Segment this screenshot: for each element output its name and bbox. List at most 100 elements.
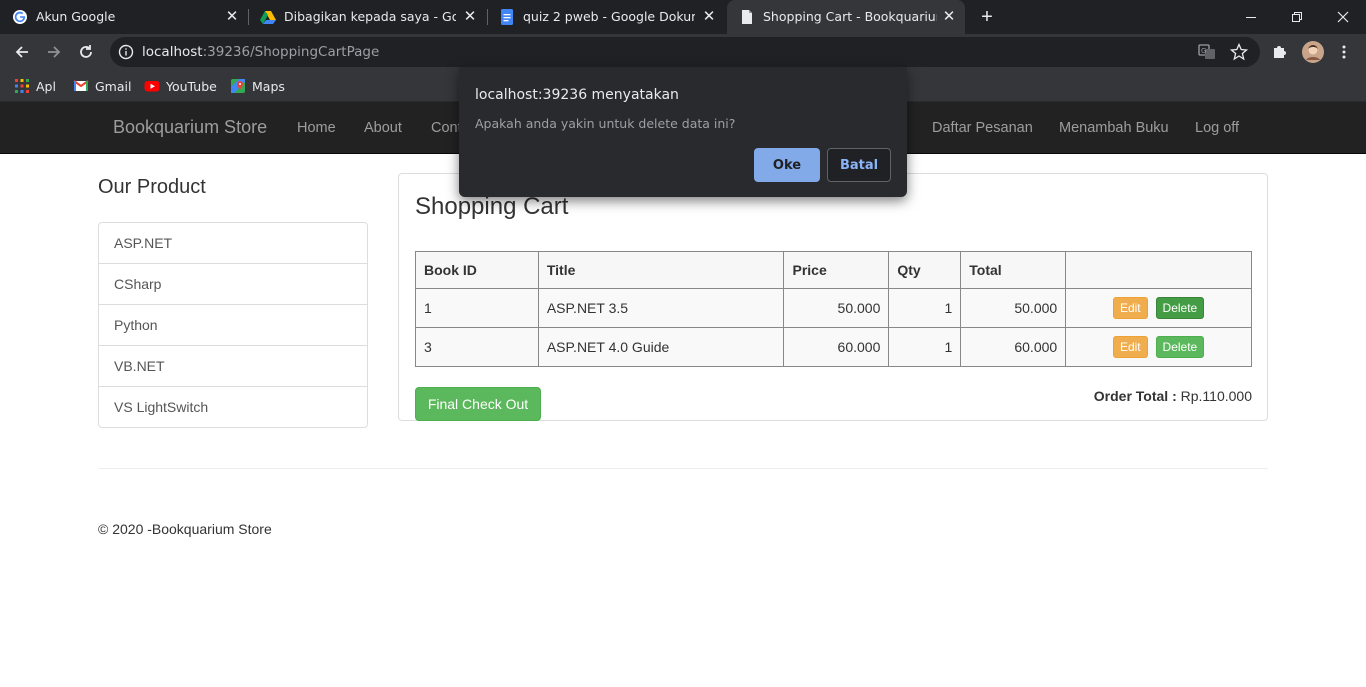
- star-icon[interactable]: [1230, 43, 1248, 61]
- product-category-list: ASP.NET CSharp Python VB.NET VS LightSwi…: [98, 222, 368, 428]
- url-host: localhost: [142, 44, 203, 60]
- translate-icon[interactable]: G: [1198, 43, 1216, 61]
- nav-daftar-pesanan[interactable]: Daftar Pesanan: [932, 120, 1033, 136]
- category-item[interactable]: VB.NET: [99, 346, 367, 387]
- col-total: Total: [960, 251, 1067, 289]
- bookmark-maps[interactable]: Maps: [230, 76, 285, 96]
- cart-table: Book ID Title Price Qty Total 1 ASP.NET …: [415, 251, 1252, 367]
- sidebar-title: Our Product: [98, 176, 206, 198]
- order-total: Order Total : Rp.110.000: [1094, 388, 1252, 404]
- edit-button[interactable]: Edit: [1112, 297, 1148, 319]
- close-icon[interactable]: ✕: [462, 8, 478, 24]
- url-text: localhost:39236/ShoppingCartPage: [142, 44, 379, 60]
- col-qty: Qty: [888, 251, 962, 289]
- tab-title: Shopping Cart - Bookquarium Sto: [763, 9, 937, 24]
- tab-title: Dibagikan kepada saya - Google: [284, 9, 456, 24]
- confirm-dialog: localhost:39236 menyatakan Apakah anda y…: [459, 67, 907, 197]
- bookmark-label: Gmail: [95, 78, 132, 94]
- tab-akun-google[interactable]: Akun Google ✕: [0, 0, 248, 34]
- window-close-icon[interactable]: [1320, 0, 1366, 34]
- delete-button[interactable]: Delete: [1155, 297, 1205, 319]
- browser-tab-strip: Akun Google ✕ Dibagikan kepada saya - Go…: [0, 0, 1366, 34]
- gmail-icon: [73, 80, 89, 91]
- restore-icon[interactable]: [1274, 0, 1320, 34]
- cell-title: ASP.NET 3.5: [537, 288, 785, 328]
- svg-text:G: G: [1201, 47, 1206, 55]
- final-checkout-button[interactable]: Final Check Out: [415, 387, 541, 421]
- info-icon[interactable]: [118, 44, 134, 60]
- dialog-message: Apakah anda yakin untuk delete data ini?: [475, 116, 736, 131]
- cell-qty: 1: [888, 327, 962, 367]
- shopping-cart-panel: Shopping Cart Book ID Title Price Qty To…: [398, 173, 1268, 421]
- back-icon[interactable]: [10, 40, 34, 64]
- footer-divider: [98, 468, 1268, 469]
- menu-kebab-icon[interactable]: [1332, 40, 1356, 64]
- page-title: Shopping Cart: [415, 193, 569, 220]
- page-icon: [742, 10, 752, 24]
- google-icon: [13, 10, 27, 24]
- bookmark-youtube[interactable]: YouTube: [144, 76, 217, 96]
- cell-title: ASP.NET 4.0 Guide: [537, 327, 785, 367]
- bookmark-gmail[interactable]: Gmail: [73, 76, 131, 96]
- table-row: 3 ASP.NET 4.0 Guide 60.000 1 60.000 Edit…: [415, 327, 1252, 367]
- cell-actions: Edit Delete: [1065, 288, 1252, 328]
- cell-qty: 1: [888, 288, 962, 328]
- close-icon[interactable]: ✕: [701, 8, 717, 24]
- minimize-icon[interactable]: [1228, 0, 1274, 34]
- cell-book-id: 3: [415, 327, 539, 367]
- category-item[interactable]: VS LightSwitch: [99, 387, 367, 427]
- footer-text: © 2020 -Bookquarium Store: [98, 521, 272, 537]
- table-row: 1 ASP.NET 3.5 50.000 1 50.000 Edit Delet…: [415, 288, 1252, 328]
- tab-title: quiz 2 pweb - Google Dokumen: [523, 9, 695, 24]
- table-header-row: Book ID Title Price Qty Total: [415, 251, 1252, 289]
- category-item[interactable]: Python: [99, 305, 367, 346]
- tab-docs[interactable]: quiz 2 pweb - Google Dokumen ✕: [487, 0, 727, 34]
- col-price: Price: [783, 251, 890, 289]
- cell-book-id: 1: [415, 288, 539, 328]
- nav-log-off[interactable]: Log off: [1195, 120, 1239, 136]
- avatar[interactable]: [1302, 41, 1324, 63]
- tab-drive[interactable]: Dibagikan kepada saya - Google ✕: [248, 0, 488, 34]
- delete-button[interactable]: Delete: [1155, 336, 1205, 358]
- edit-button[interactable]: Edit: [1112, 336, 1148, 358]
- bookmark-label: Apl: [36, 78, 56, 94]
- forward-icon[interactable]: [42, 40, 66, 64]
- browser-toolbar: localhost:39236/ShoppingCartPage G: [0, 34, 1366, 70]
- tab-shopping-cart[interactable]: Shopping Cart - Bookquarium Sto ✕: [727, 0, 965, 34]
- extensions-puzzle-icon[interactable]: [1270, 42, 1290, 62]
- google-drive-icon: [260, 11, 276, 24]
- cancel-button[interactable]: Batal: [827, 148, 891, 182]
- order-total-value: Rp.110.000: [1180, 388, 1252, 404]
- col-title: Title: [537, 251, 785, 289]
- nav-home[interactable]: Home: [297, 120, 336, 136]
- new-tab-icon[interactable]: +: [977, 7, 997, 27]
- bookmark-label: YouTube: [166, 78, 217, 94]
- google-docs-icon: [501, 9, 513, 25]
- url-path: :39236/ShoppingCartPage: [202, 44, 380, 60]
- bookmark-label: Maps: [252, 78, 285, 94]
- youtube-icon: [144, 81, 160, 92]
- brand-link[interactable]: Bookquarium Store: [113, 117, 267, 138]
- col-book-id: Book ID: [415, 251, 539, 289]
- maps-icon: [231, 79, 245, 93]
- category-item[interactable]: ASP.NET: [99, 223, 367, 264]
- cell-price: 60.000: [783, 327, 890, 367]
- cell-actions: Edit Delete: [1065, 327, 1252, 367]
- order-total-label: Order Total :: [1093, 388, 1177, 404]
- col-actions: [1065, 251, 1252, 289]
- category-item[interactable]: CSharp: [99, 264, 367, 305]
- reload-icon[interactable]: [74, 40, 98, 64]
- cell-total: 60.000: [960, 327, 1067, 367]
- nav-menambah-buku[interactable]: Menambah Buku: [1059, 120, 1169, 136]
- address-bar[interactable]: localhost:39236/ShoppingCartPage G: [110, 37, 1260, 67]
- bookmark-apps[interactable]: Apl: [14, 76, 56, 96]
- close-icon[interactable]: ✕: [224, 8, 240, 24]
- apps-grid-icon: [15, 79, 29, 93]
- cell-total: 50.000: [960, 288, 1067, 328]
- tab-title: Akun Google: [36, 9, 116, 24]
- dialog-title: localhost:39236 menyatakan: [475, 87, 679, 103]
- cell-price: 50.000: [783, 288, 890, 328]
- ok-button[interactable]: Oke: [754, 148, 820, 182]
- nav-about[interactable]: About: [364, 120, 402, 136]
- close-icon[interactable]: ✕: [941, 8, 957, 24]
